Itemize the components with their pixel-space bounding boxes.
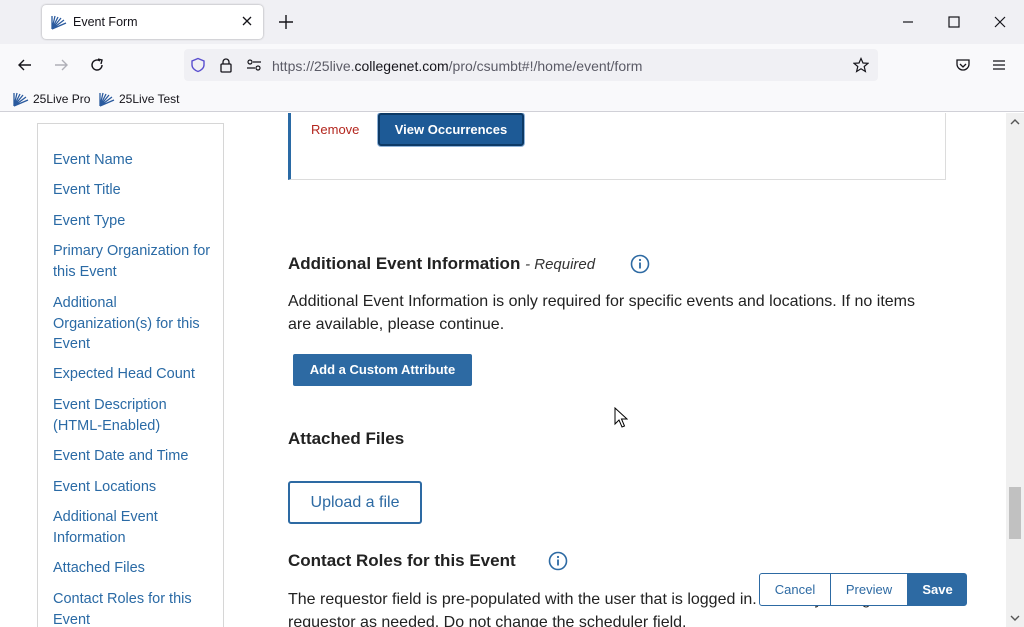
additional-info-description: Additional Event Information is only req… (288, 293, 915, 333)
page-scrollbar[interactable] (1006, 113, 1024, 627)
additional-info-heading: Additional Event Information - Required (288, 254, 595, 274)
bookmark-star-icon[interactable] (853, 57, 869, 73)
tab-title: Event Form (73, 15, 138, 29)
cancel-button[interactable]: Cancel (759, 573, 831, 606)
page-viewport: Event Name Event Title Event Type Primar… (0, 113, 1024, 627)
bookmark-label: 25Live Test (119, 92, 180, 106)
25live-favicon-icon (51, 14, 67, 30)
additional-info-title: Additional Event Information (288, 254, 521, 273)
navigation-bar: https://25live.collegenet.com/pro/csumbt… (0, 44, 1024, 86)
sidebar-item-primary-organization[interactable]: Primary Organization for this Event (53, 241, 213, 282)
close-window-icon[interactable] (991, 13, 1009, 31)
sidebar-item-event-name[interactable]: Event Name (53, 150, 213, 171)
sidebar-item-contact-roles[interactable]: Contact Roles for this Event (53, 589, 213, 627)
reload-icon[interactable] (88, 56, 106, 74)
form-section-nav: Event Name Event Title Event Type Primar… (37, 123, 224, 627)
mouse-cursor-icon (614, 407, 628, 428)
sidebar-item-expected-head-count[interactable]: Expected Head Count (53, 364, 213, 385)
url-host: collegenet.com (354, 58, 449, 74)
view-occurrences-button[interactable]: View Occurrences (378, 113, 524, 146)
url-text: https://25live.collegenet.com/pro/csumbt… (272, 58, 642, 74)
permissions-icon[interactable] (246, 57, 262, 73)
minimize-icon[interactable] (899, 13, 917, 31)
scrollbar-thumb[interactable] (1009, 487, 1021, 539)
info-icon[interactable] (548, 551, 568, 571)
sidebar-item-event-type[interactable]: Event Type (53, 211, 213, 232)
bookmark-25live-pro[interactable]: 25Live Pro (13, 91, 90, 107)
browser-tab[interactable]: Event Form (42, 5, 263, 39)
forward-icon[interactable] (52, 56, 70, 74)
menu-icon[interactable] (990, 56, 1008, 74)
scroll-down-icon[interactable] (1010, 613, 1020, 623)
bookmark-label: 25Live Pro (33, 92, 91, 106)
sidebar-item-additional-organizations[interactable]: Additional Organization(s) for this Even… (53, 293, 213, 355)
tab-bar: Event Form (0, 0, 1024, 44)
save-button[interactable]: Save (908, 573, 967, 606)
contact-roles-heading: Contact Roles for this Event (288, 551, 516, 570)
required-label: - Required (525, 256, 596, 273)
sidebar-item-attached-files[interactable]: Attached Files (53, 558, 213, 579)
shield-icon[interactable] (190, 57, 206, 73)
25live-logo-icon (13, 92, 29, 107)
sidebar-item-event-title[interactable]: Event Title (53, 180, 213, 201)
sidebar-item-event-description[interactable]: Event Description (HTML-Enabled) (53, 395, 213, 436)
sidebar-item-additional-event-information[interactable]: Additional Event Information (53, 507, 213, 548)
maximize-icon[interactable] (945, 13, 963, 31)
remove-link[interactable]: Remove (311, 122, 359, 137)
lock-icon[interactable] (218, 57, 234, 73)
url-prefix: https://25live. (272, 58, 355, 74)
pocket-icon[interactable] (954, 56, 972, 74)
add-custom-attribute-button[interactable]: Add a Custom Attribute (293, 354, 472, 386)
upload-file-button[interactable]: Upload a file (288, 481, 422, 524)
attached-files-heading: Attached Files (288, 429, 405, 448)
sidebar-item-event-locations[interactable]: Event Locations (53, 477, 213, 498)
new-tab-icon[interactable] (277, 13, 295, 31)
form-action-bar: Cancel Preview Save (759, 573, 967, 606)
preview-button[interactable]: Preview (831, 573, 908, 606)
sidebar-item-event-date-time[interactable]: Event Date and Time (53, 446, 213, 467)
25live-logo-icon (99, 92, 115, 107)
address-bar[interactable]: https://25live.collegenet.com/pro/csumbt… (184, 49, 878, 81)
back-icon[interactable] (16, 56, 34, 74)
scroll-up-icon[interactable] (1010, 117, 1020, 127)
bookmark-25live-test[interactable]: 25Live Test (99, 91, 180, 107)
url-path: /pro/csumbt#!/home/event/form (448, 58, 643, 74)
info-icon[interactable] (630, 254, 650, 274)
bookmarks-bar: 25Live Pro 25Live Test (0, 86, 1024, 112)
close-tab-icon[interactable] (239, 13, 255, 29)
